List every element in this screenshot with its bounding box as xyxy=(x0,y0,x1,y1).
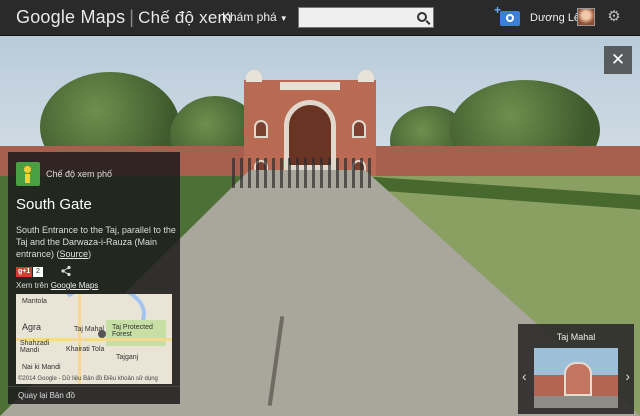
share-icon[interactable] xyxy=(60,265,72,277)
location-pin-icon xyxy=(98,330,106,338)
logo-separator: | xyxy=(129,7,135,27)
map-label: Tajganj xyxy=(116,354,139,361)
chevron-right-icon[interactable]: › xyxy=(625,368,630,384)
gplus-count: 2 xyxy=(33,267,43,277)
add-photo-icon[interactable]: + xyxy=(494,3,520,26)
pegman-icon xyxy=(16,162,40,186)
photo-strip: Taj Mahal ‹ › xyxy=(518,324,634,414)
mini-map[interactable]: Mantola Agra Taj Mahal Taj Protected For… xyxy=(16,294,172,384)
map-label: Agra xyxy=(22,322,42,332)
chevron-left-icon[interactable]: ‹ xyxy=(522,368,527,384)
user-name[interactable]: Dương Lê xyxy=(530,12,580,24)
product-name: Maps xyxy=(80,7,126,27)
explore-menu[interactable]: Khám phá ▼ xyxy=(222,10,288,24)
map-label: Taj Protected Forest xyxy=(112,324,153,338)
place-title: South Gate xyxy=(16,196,92,213)
map-label: Mantola xyxy=(22,298,47,305)
search-box xyxy=(298,7,434,28)
photo-thumbnail[interactable] xyxy=(534,348,618,408)
brand-name: Google xyxy=(16,7,76,27)
mode-label: Chế độ xem xyxy=(138,8,232,27)
map-credit: ©2014 Google - Dữ liệu Bản đồ Điều khoản… xyxy=(18,376,158,382)
plus-icon: + xyxy=(494,3,502,17)
source-link[interactable]: Source xyxy=(60,249,89,259)
place-description: South Entrance to the Taj, parallel to t… xyxy=(16,225,176,259)
map-label: Shahzadi Mandi xyxy=(20,340,50,354)
google-maps-link[interactable]: Google Maps xyxy=(51,281,99,290)
view-on-prefix: Xem trên xyxy=(16,281,49,290)
road xyxy=(78,294,81,384)
info-panel: Chế độ xem phố South Gate South Entrance… xyxy=(8,152,180,404)
search-input[interactable] xyxy=(299,8,409,28)
description-text: South Entrance to the Taj, parallel to t… xyxy=(16,225,176,259)
search-icon[interactable] xyxy=(417,12,427,22)
top-bar: Google Maps | Chế độ xem Khám phá ▼ + Dương… xyxy=(0,0,640,36)
close-button[interactable]: ✕ xyxy=(604,46,632,74)
back-to-map-link[interactable]: Quay lại Bản đồ xyxy=(8,386,180,404)
visitors xyxy=(232,158,372,188)
google-maps-logo[interactable]: Google Maps | Chế độ xem xyxy=(16,7,232,28)
avatar[interactable] xyxy=(577,8,595,26)
caret-down-icon: ▼ xyxy=(279,14,288,23)
explore-label: Khám phá xyxy=(222,10,277,24)
photo-title: Taj Mahal xyxy=(556,332,596,342)
street-view-label: Chế độ xem phố xyxy=(46,169,113,179)
view-on-google-maps: Xem trên Google Maps xyxy=(16,281,98,290)
gear-icon[interactable]: ⚙ xyxy=(606,9,622,25)
map-label: Nai ki Mandi xyxy=(22,364,61,371)
map-label: Khairati Tola xyxy=(66,346,105,353)
gplus-button[interactable]: g+1 xyxy=(16,267,33,277)
